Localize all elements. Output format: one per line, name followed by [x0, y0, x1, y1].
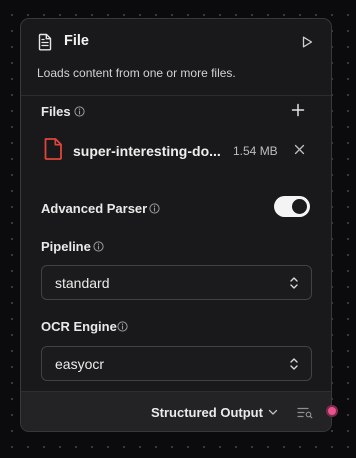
file-name: super-interesting-do...	[73, 143, 221, 159]
chevron-down-icon[interactable]	[268, 409, 278, 416]
file-size: 1.54 MB	[233, 144, 278, 158]
ocr-engine-label: OCR Engine	[41, 319, 117, 334]
output-connection-handle[interactable]	[326, 405, 338, 417]
run-play-icon[interactable]	[300, 35, 314, 49]
info-icon[interactable]	[117, 321, 128, 332]
node-title: File	[64, 33, 89, 49]
node-description: Loads content from one or more files.	[37, 66, 236, 80]
pipeline-label: Pipeline	[41, 239, 91, 254]
advanced-parser-label: Advanced Parser	[41, 201, 148, 216]
file-text-icon	[38, 33, 52, 51]
ocr-engine-value: easyocr	[55, 356, 105, 372]
info-icon[interactable]	[93, 241, 104, 252]
files-label: Files	[41, 104, 71, 119]
advanced-parser-toggle[interactable]	[274, 196, 310, 217]
pipeline-value: standard	[55, 275, 110, 291]
info-icon[interactable]	[74, 106, 85, 117]
inspect-output-icon[interactable]	[297, 407, 313, 419]
ocr-engine-select[interactable]: easyocr	[41, 346, 312, 381]
add-file-button[interactable]	[291, 103, 305, 117]
info-icon[interactable]	[149, 203, 160, 214]
chevron-up-down-icon	[290, 277, 298, 289]
pdf-file-icon	[44, 138, 62, 160]
node-output-footer: Structured Output	[21, 391, 331, 431]
output-label: Structured Output	[151, 405, 263, 420]
pipeline-select[interactable]: standard	[41, 265, 312, 300]
file-node[interactable]: File Loads content from one or more file…	[20, 18, 332, 432]
toggle-knob	[292, 199, 307, 214]
chevron-up-down-icon	[290, 358, 298, 370]
remove-file-close-icon[interactable]	[294, 144, 305, 155]
node-header: File Loads content from one or more file…	[21, 19, 331, 96]
